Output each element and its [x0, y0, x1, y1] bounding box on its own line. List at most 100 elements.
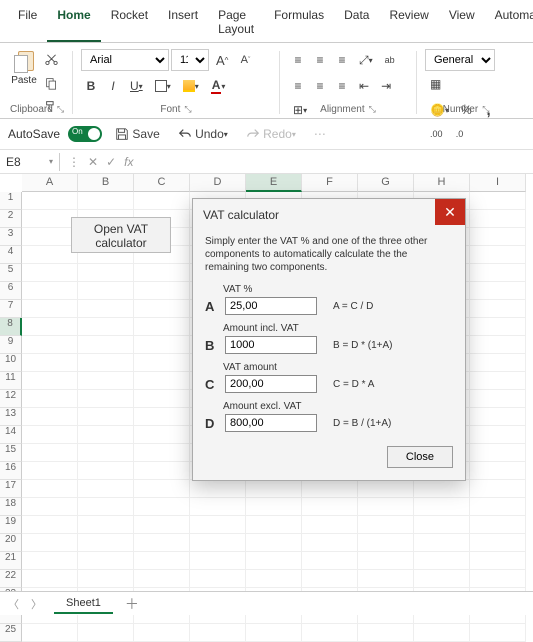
cell[interactable]: [22, 282, 78, 300]
dialog-close-action-button[interactable]: Close: [387, 446, 453, 468]
cell[interactable]: [190, 624, 246, 642]
row-header-5[interactable]: 5: [0, 264, 22, 282]
menu-insert[interactable]: Insert: [158, 4, 208, 42]
cell[interactable]: [414, 516, 470, 534]
cell[interactable]: [22, 570, 78, 588]
cell[interactable]: [22, 552, 78, 570]
col-header-C[interactable]: C: [134, 174, 190, 192]
underline-button[interactable]: U ▾: [125, 75, 148, 97]
cell[interactable]: [470, 552, 526, 570]
cell[interactable]: [414, 624, 470, 642]
increase-font-button[interactable]: A^: [211, 49, 233, 71]
col-header-B[interactable]: B: [78, 174, 134, 192]
italic-button[interactable]: I: [103, 75, 123, 97]
row-header-9[interactable]: 9: [0, 336, 22, 354]
row-header-1[interactable]: 1: [0, 192, 22, 210]
cell[interactable]: [22, 336, 78, 354]
row-header-7[interactable]: 7: [0, 300, 22, 318]
cell[interactable]: [134, 426, 190, 444]
row-header-11[interactable]: 11: [0, 372, 22, 390]
row-header-6[interactable]: 6: [0, 282, 22, 300]
decrease-decimal-button[interactable]: .0: [450, 123, 470, 145]
cell[interactable]: [78, 408, 134, 426]
col-header-A[interactable]: A: [22, 174, 78, 192]
cell[interactable]: [78, 390, 134, 408]
cell[interactable]: [78, 426, 134, 444]
cell[interactable]: [134, 300, 190, 318]
col-header-G[interactable]: G: [358, 174, 414, 192]
increase-decimal-button[interactable]: .00: [425, 123, 448, 145]
cell[interactable]: [22, 480, 78, 498]
align-top-button[interactable]: ≡: [288, 49, 308, 71]
row-header-22[interactable]: 22: [0, 570, 22, 588]
field-input-a[interactable]: [225, 297, 317, 315]
menu-data[interactable]: Data: [334, 4, 379, 42]
cell[interactable]: [470, 570, 526, 588]
cell[interactable]: [22, 318, 78, 336]
cell[interactable]: [246, 516, 302, 534]
field-input-d[interactable]: [225, 414, 317, 432]
row-header-4[interactable]: 4: [0, 246, 22, 264]
cell[interactable]: [190, 552, 246, 570]
menu-automate[interactable]: Automate: [485, 4, 533, 42]
row-header-19[interactable]: 19: [0, 516, 22, 534]
cell[interactable]: [470, 210, 526, 228]
align-middle-button[interactable]: ≡: [310, 49, 330, 71]
cell[interactable]: [470, 390, 526, 408]
row-header-15[interactable]: 15: [0, 444, 22, 462]
wrap-text-button[interactable]: ab: [380, 49, 400, 71]
font-color-button[interactable]: A ▾: [206, 75, 231, 97]
row-header-3[interactable]: 3: [0, 228, 22, 246]
cell[interactable]: [470, 282, 526, 300]
col-header-F[interactable]: F: [302, 174, 358, 192]
bold-button[interactable]: B: [81, 75, 101, 97]
cell[interactable]: [78, 552, 134, 570]
cell[interactable]: [134, 336, 190, 354]
cell[interactable]: [246, 570, 302, 588]
autosave-toggle[interactable]: On: [68, 126, 102, 142]
align-left-button[interactable]: ≡: [288, 75, 308, 97]
name-box[interactable]: E8▾: [0, 153, 60, 171]
cell[interactable]: [22, 264, 78, 282]
row-header-20[interactable]: 20: [0, 534, 22, 552]
conditional-format-button[interactable]: ▦: [425, 73, 446, 95]
cell[interactable]: [358, 480, 414, 498]
borders-button[interactable]: ▾: [150, 75, 176, 97]
cell[interactable]: [358, 552, 414, 570]
cut-button[interactable]: [40, 49, 63, 71]
formula-input[interactable]: [141, 154, 533, 169]
sheet-nav-next[interactable]: 〉: [31, 596, 42, 612]
cell[interactable]: [78, 336, 134, 354]
sheet-tab[interactable]: Sheet1: [54, 594, 113, 614]
field-input-b[interactable]: [225, 336, 317, 354]
cell[interactable]: [190, 570, 246, 588]
cell[interactable]: [470, 264, 526, 282]
cell[interactable]: [358, 624, 414, 642]
col-header-D[interactable]: D: [190, 174, 246, 192]
decrease-font-button[interactable]: Aˇ: [235, 49, 255, 71]
col-header-H[interactable]: H: [414, 174, 470, 192]
cell[interactable]: [78, 462, 134, 480]
alignment-launcher-icon[interactable]: ⤡: [369, 104, 376, 115]
fx-icon[interactable]: fx: [124, 155, 133, 169]
col-header-I[interactable]: I: [470, 174, 526, 192]
cell[interactable]: [22, 426, 78, 444]
col-header-E[interactable]: E: [246, 174, 302, 192]
cell[interactable]: [302, 552, 358, 570]
cell[interactable]: [470, 408, 526, 426]
copy-button[interactable]: [40, 72, 63, 94]
open-vat-calculator-button[interactable]: Open VAT calculator: [71, 217, 171, 253]
cell[interactable]: [78, 318, 134, 336]
cell[interactable]: [246, 552, 302, 570]
redo-button[interactable]: Redo ▾: [241, 123, 301, 145]
cell[interactable]: [470, 624, 526, 642]
row-header-21[interactable]: 21: [0, 552, 22, 570]
cell[interactable]: [302, 498, 358, 516]
cell[interactable]: [246, 480, 302, 498]
align-right-button[interactable]: ≡: [332, 75, 352, 97]
orientation-button[interactable]: ⤢▾: [354, 49, 378, 71]
cell[interactable]: [470, 480, 526, 498]
cell[interactable]: [134, 318, 190, 336]
cell[interactable]: [78, 354, 134, 372]
cell[interactable]: [22, 300, 78, 318]
